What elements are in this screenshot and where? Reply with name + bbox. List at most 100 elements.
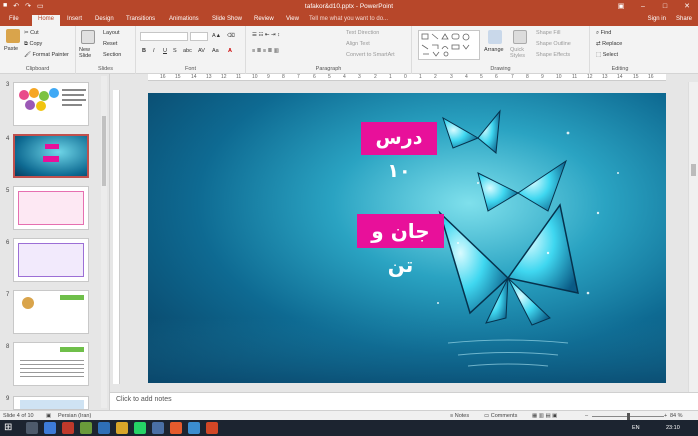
input-language[interactable]: EN	[632, 425, 640, 431]
slide-thumbnail-4[interactable]	[13, 134, 89, 178]
tab-transitions[interactable]: Transitions	[126, 16, 155, 22]
start-menu-icon[interactable]: ⊞	[4, 422, 16, 434]
app-icon-1[interactable]	[44, 422, 56, 434]
shapes-gallery[interactable]	[418, 30, 480, 60]
ruler-tick: 16	[648, 74, 654, 80]
whatsapp-icon[interactable]	[134, 422, 146, 434]
chrome-icon[interactable]	[116, 422, 128, 434]
paste-icon[interactable]	[6, 29, 20, 43]
powerpoint-taskbar-icon[interactable]	[206, 422, 218, 434]
bullets-icon[interactable]: ☰ ☷ ⇤ ⇥ ↕	[252, 32, 280, 38]
new-slide-icon[interactable]	[81, 30, 95, 44]
tab-animations[interactable]: Animations	[169, 16, 199, 22]
select-button[interactable]: ⬚ Select	[596, 52, 618, 58]
tell-me-search[interactable]: Tell me what you want to do...	[309, 16, 388, 22]
zoom-level[interactable]: 84 %	[670, 413, 683, 419]
tab-design[interactable]: Design	[95, 16, 114, 22]
section-button[interactable]: Section	[103, 52, 121, 58]
maximize-icon[interactable]: □	[654, 0, 676, 14]
tab-insert[interactable]: Insert	[67, 16, 82, 22]
text-direction-button[interactable]: Text Direction	[346, 30, 379, 36]
format-painter-button[interactable]: 🖌 Format Painter	[24, 52, 69, 58]
notes-toggle[interactable]: ≡ Notes	[450, 413, 469, 419]
slide-thumbnail-7[interactable]	[13, 290, 89, 334]
tab-home[interactable]: Home	[32, 15, 61, 26]
notes-pane[interactable]: Click to add notes	[110, 392, 698, 410]
firefox-icon[interactable]	[170, 422, 182, 434]
arrange-button[interactable]: Arrange	[484, 47, 504, 53]
font-name-field[interactable]	[140, 32, 188, 41]
clock[interactable]: 23:10	[666, 425, 680, 431]
ruler-tick: 13	[206, 74, 212, 80]
minimize-icon[interactable]: –	[632, 0, 654, 14]
cut-button[interactable]: ✂ Cut	[24, 30, 39, 36]
app-icon-5[interactable]	[152, 422, 164, 434]
language-indicator[interactable]: Persian (Iran)	[58, 413, 91, 419]
spellcheck-icon[interactable]: ▣	[46, 413, 51, 419]
app-icon-4[interactable]	[98, 422, 110, 434]
ruler-tick: 15	[175, 74, 181, 80]
sign-in-link[interactable]: Sign in	[648, 16, 666, 22]
alignment-icons[interactable]: ≡ ≣ ≡ ≣ ▥	[252, 48, 279, 54]
tab-slideshow[interactable]: Slide Show	[212, 16, 242, 22]
copy-button[interactable]: ⧉ Copy	[24, 41, 42, 48]
shape-outline-button[interactable]: Shape Outline	[536, 41, 571, 47]
layout-button[interactable]: Layout	[103, 30, 120, 36]
quick-styles-button[interactable]: Quick Styles	[510, 47, 532, 59]
thumbnail-scroll-thumb[interactable]	[102, 116, 106, 186]
app-icon-2[interactable]	[62, 422, 74, 434]
quick-styles-icon[interactable]	[513, 30, 527, 44]
task-view-icon[interactable]	[26, 422, 38, 434]
change-case-button[interactable]: Aa	[212, 48, 219, 54]
convert-smartart-button[interactable]: Convert to SmartArt	[346, 52, 395, 58]
zoom-out-icon[interactable]: –	[585, 413, 588, 419]
slide-thumbnail-8[interactable]	[13, 342, 89, 386]
new-slide-button[interactable]: New Slide	[79, 47, 99, 59]
tab-file[interactable]: File	[9, 16, 19, 22]
tab-view[interactable]: View	[286, 16, 299, 22]
editor-scroll-thumb[interactable]	[691, 164, 696, 176]
font-size-field[interactable]	[190, 32, 208, 41]
char-spacing-button[interactable]: AV	[198, 48, 205, 54]
replace-button[interactable]: ⇄ Replace	[596, 41, 622, 47]
bold-button[interactable]: B	[142, 48, 146, 54]
arrange-icon[interactable]	[488, 30, 502, 44]
slide-canvas[interactable]: درس ۱۰ جان و تن	[148, 93, 666, 383]
comments-toggle[interactable]: ▭ Comments	[484, 413, 517, 419]
editor-scrollbar[interactable]	[688, 82, 698, 392]
find-button[interactable]: ⌕ Find	[596, 30, 611, 37]
view-buttons[interactable]: ▦ ▥ ▤ ▣	[532, 413, 557, 419]
zoom-in-icon[interactable]: +	[664, 413, 667, 419]
reset-button[interactable]: Reset	[103, 41, 117, 47]
thumbnail-scrollbar[interactable]	[101, 76, 107, 408]
share-button[interactable]: Share	[676, 16, 692, 22]
slide-thumbnail-6[interactable]	[13, 238, 89, 282]
lesson-number-label[interactable]: درس ۱۰	[361, 122, 437, 182]
slide-thumbnail-5[interactable]	[13, 186, 89, 230]
slide-thumbnail-9[interactable]	[13, 396, 89, 410]
text-shadow-button[interactable]: abc	[183, 48, 192, 54]
grow-font-icon[interactable]: A▲	[212, 33, 221, 39]
italic-button[interactable]: I	[153, 48, 155, 54]
font-color-button[interactable]: A	[228, 48, 232, 54]
paste-button[interactable]: Paste	[4, 46, 18, 52]
underline-button[interactable]: U	[163, 48, 167, 54]
app-icon-3[interactable]	[80, 422, 92, 434]
ribbon-tabs: File Home Insert Design Transitions Anim…	[0, 14, 698, 26]
ribbon-display-icon[interactable]: ▣	[610, 0, 632, 14]
align-text-button[interactable]: Align Text	[346, 41, 370, 47]
clear-format-icon[interactable]: ⌫	[227, 33, 235, 39]
strikethrough-button[interactable]: S	[173, 48, 177, 54]
ruler-tick: 2	[434, 74, 437, 80]
app-icon-6[interactable]	[188, 422, 200, 434]
ruler-tick: 12	[221, 74, 227, 80]
slide-thumbnail-3[interactable]	[13, 82, 89, 126]
zoom-slider-thumb[interactable]	[627, 413, 630, 420]
shape-fill-button[interactable]: Shape Fill	[536, 30, 560, 36]
close-icon[interactable]: ✕	[676, 0, 698, 14]
tab-review[interactable]: Review	[254, 16, 274, 22]
notes-placeholder: Click to add notes	[116, 396, 172, 403]
notes-toggle-label: Notes	[454, 413, 470, 419]
shape-effects-button[interactable]: Shape Effects	[536, 52, 570, 58]
lesson-topic-label[interactable]: جان و تن	[357, 214, 444, 277]
